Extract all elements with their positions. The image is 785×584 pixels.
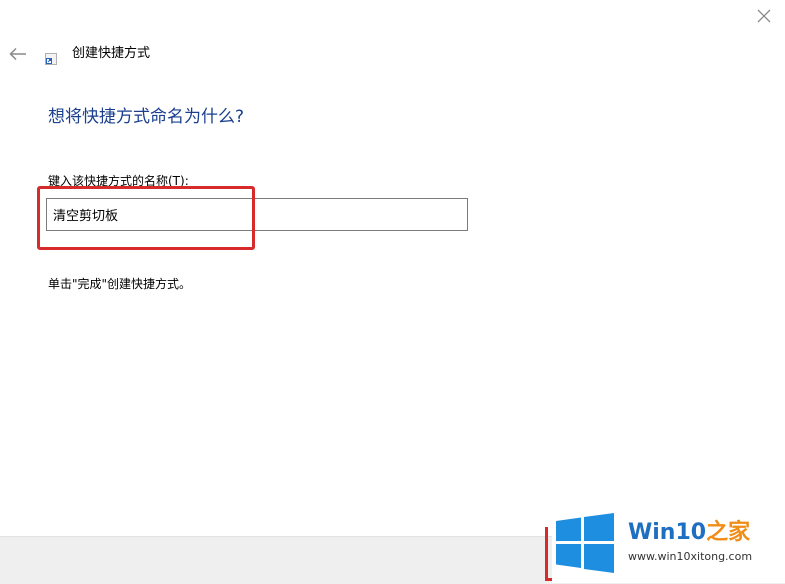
close-button[interactable] <box>748 2 780 30</box>
watermark-brand-accent: 之家 <box>706 520 751 545</box>
page-heading: 想将快捷方式命名为什么? <box>48 107 245 127</box>
watermark-brand: Win10之家 <box>628 520 750 546</box>
finish-hint: 单击"完成"创建快捷方式。 <box>48 277 192 291</box>
watermark: Win10之家 www.win10xitong.com <box>552 508 785 583</box>
watermark-brand-main: Win10 <box>628 520 707 545</box>
back-arrow-icon <box>9 47 26 61</box>
wizard-title: 创建快捷方式 <box>72 46 151 61</box>
windows-logo-icon <box>556 513 614 573</box>
close-icon <box>757 9 771 23</box>
shortcut-icon <box>45 53 57 65</box>
watermark-url: www.win10xitong.com <box>628 550 753 563</box>
back-button[interactable] <box>5 41 31 67</box>
annotation-highlight-box <box>37 186 255 250</box>
